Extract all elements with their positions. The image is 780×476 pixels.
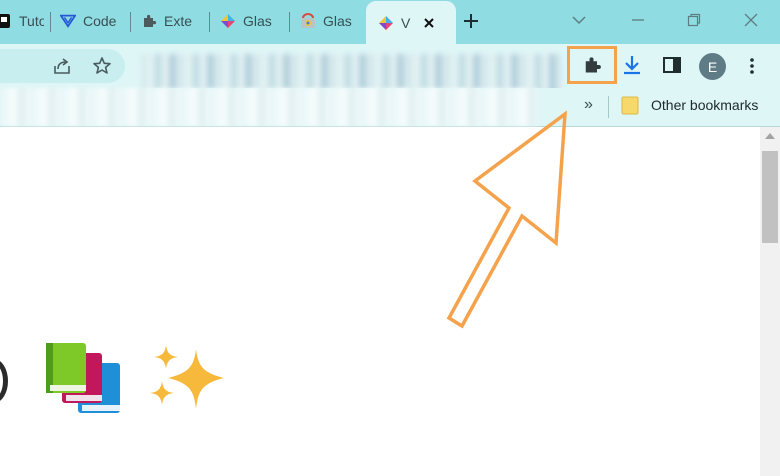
annotation-arrow (446, 110, 568, 329)
